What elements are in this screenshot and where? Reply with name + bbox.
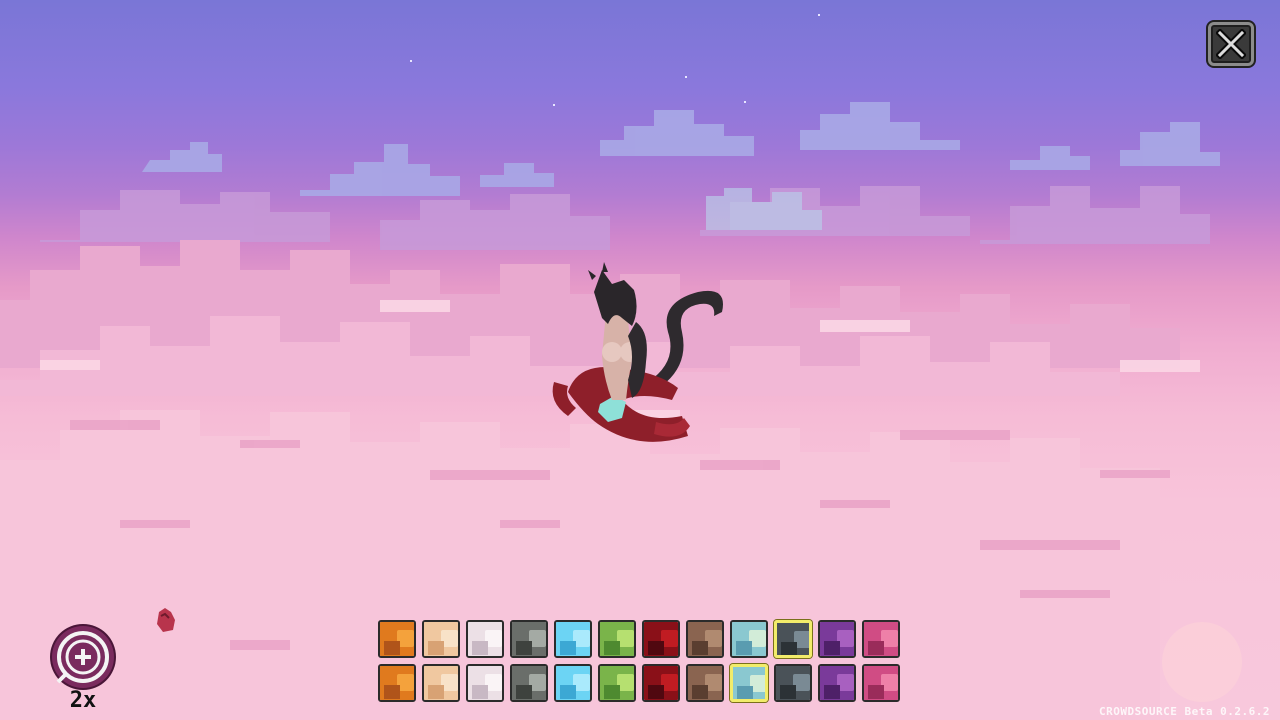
swatch-pearl[interactable] <box>466 620 504 658</box>
swatch-orange[interactable] <box>378 620 416 658</box>
swatch-shadow <box>384 641 400 655</box>
palette-row-2 <box>378 664 908 702</box>
swatch-violet[interactable] <box>818 620 856 658</box>
swatch-shadow <box>428 685 444 699</box>
swatch-cocoa[interactable] <box>686 664 724 702</box>
swatch-slate[interactable] <box>774 664 812 702</box>
swatch-shadow <box>692 685 708 699</box>
swatch-crimson[interactable] <box>642 620 680 658</box>
swatch-shadow <box>472 685 488 699</box>
swatch-crimson[interactable] <box>642 664 680 702</box>
swatch-cocoa[interactable] <box>686 620 724 658</box>
close-x-icon <box>1216 29 1246 59</box>
swatch-shadow <box>736 641 752 655</box>
version-label: CROWDSOURCE Beta 0.2.6.2 <box>1099 705 1270 718</box>
faint-disc <box>1162 622 1242 702</box>
swatch-shadow <box>472 641 488 655</box>
close-button[interactable] <box>1208 22 1254 66</box>
swatch-shadow <box>781 642 797 655</box>
swatch-shadow <box>648 641 664 655</box>
swatch-violet[interactable] <box>818 664 856 702</box>
swatch-shadow <box>384 685 400 699</box>
swatch-lime[interactable] <box>598 664 636 702</box>
hand-cursor-icon <box>157 608 175 632</box>
swatch-lime[interactable] <box>598 620 636 658</box>
swatch-shadow <box>560 685 576 699</box>
swatch-peach[interactable] <box>422 664 460 702</box>
zoom-level-label: 2x <box>69 688 97 713</box>
swatch-shadow <box>824 641 840 655</box>
color-palette <box>378 620 908 708</box>
swatch-peach[interactable] <box>422 620 460 658</box>
swatch-shadow <box>428 641 444 655</box>
swatch-seafoam[interactable] <box>730 664 768 702</box>
swatch-shadow <box>692 641 708 655</box>
swatch-graphite[interactable] <box>510 664 548 702</box>
swatch-shadow <box>648 685 664 699</box>
swatch-rose[interactable] <box>862 620 900 658</box>
swatch-shadow <box>516 641 532 655</box>
swatch-shadow <box>604 641 620 655</box>
swatch-shadow <box>560 641 576 655</box>
swatch-shadow <box>868 685 884 699</box>
zoom-button[interactable] <box>52 626 114 688</box>
swatch-seafoam[interactable] <box>730 620 768 658</box>
swatch-graphite[interactable] <box>510 620 548 658</box>
character-sprite[interactable] <box>548 262 728 457</box>
swatch-shadow <box>824 685 840 699</box>
swatch-shadow <box>737 686 753 699</box>
swatch-shadow <box>780 685 796 699</box>
swatch-sky[interactable] <box>554 664 592 702</box>
swatch-slate[interactable] <box>774 620 812 658</box>
zoom-in-plus-icon <box>56 631 109 684</box>
palette-row-1 <box>378 620 908 658</box>
swatch-pearl[interactable] <box>466 664 504 702</box>
swatch-shadow <box>604 685 620 699</box>
swatch-shadow <box>868 641 884 655</box>
swatch-orange[interactable] <box>378 664 416 702</box>
swatch-sky[interactable] <box>554 620 592 658</box>
swatch-rose[interactable] <box>862 664 900 702</box>
swatch-shadow <box>516 685 532 699</box>
